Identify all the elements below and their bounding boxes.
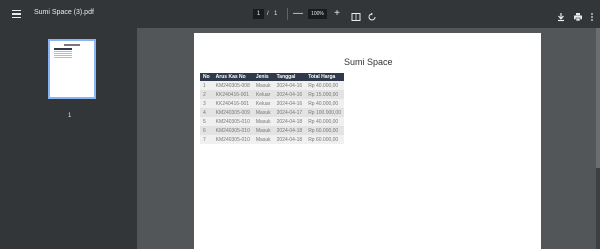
- thumbnail-row-line: [54, 57, 72, 58]
- thumbnail-row-line: [54, 53, 72, 54]
- pdf-page: Sumi Space No Arus Kas No Jenis Tanggal …: [194, 33, 541, 249]
- table-cell: 2024-04-16: [273, 90, 306, 99]
- page-thumbnail[interactable]: [48, 39, 96, 99]
- total-pages: 1: [274, 11, 278, 17]
- zoom-level-input[interactable]: 100%: [308, 9, 327, 19]
- table-row: 5 KM240305-010 Masuk 2024-04-18 Rp 40.00…: [200, 117, 344, 126]
- column-header: No: [200, 73, 213, 81]
- table-cell: 3: [200, 99, 213, 108]
- table-cell: KM240305-008: [212, 81, 253, 90]
- document-title: Sumi Space: [344, 57, 393, 67]
- table-cell: KK240416-001: [212, 99, 253, 108]
- table-cell: KK240416-001: [212, 90, 253, 99]
- thumbnail-row-line: [54, 55, 72, 56]
- pdf-toolbar: Sumi Space (3).pdf 1 / 1 — 100% +: [0, 0, 600, 28]
- table-cell: 2024-04-16: [273, 81, 306, 90]
- table-cell: Masuk: [252, 126, 274, 135]
- toolbar-divider: [287, 8, 288, 20]
- table-cell: Keluar: [252, 99, 274, 108]
- table-cell: Rp 40.000,00: [305, 81, 344, 90]
- table-cell: Keluar: [252, 90, 274, 99]
- table-cell: Rp 15.000,00: [305, 90, 344, 99]
- page-number-input[interactable]: 1: [253, 9, 264, 19]
- table-cell: 5: [200, 117, 213, 126]
- table-cell: 2024-04-18: [273, 126, 306, 135]
- table-row: 6 KM240305-010 Masuk 2024-04-18 Rp 60.00…: [200, 126, 344, 135]
- table-cell: Rp 60.000,00: [305, 126, 344, 135]
- table-cell: Masuk: [252, 117, 274, 126]
- table-cell: Masuk: [252, 81, 274, 90]
- column-header: Jenis: [252, 73, 274, 81]
- table-cell: 4: [200, 108, 213, 117]
- table-row: 7 KM240305-010 Masuk 2024-04-18 Rp 60.00…: [200, 135, 344, 144]
- table-cell: Masuk: [252, 108, 274, 117]
- table-row: 3 KK240416-001 Keluar 2024-04-16 Rp 40.0…: [200, 99, 344, 108]
- table-cell: 2024-04-16: [273, 99, 306, 108]
- file-title: Sumi Space (3).pdf: [34, 9, 94, 16]
- thumbnail-page-number: 1: [68, 113, 72, 119]
- table-cell: 2: [200, 90, 213, 99]
- table-cell: KM240305-010: [212, 117, 253, 126]
- thumbnail-title-line: [64, 44, 80, 46]
- fit-to-page-icon[interactable]: [351, 9, 361, 21]
- table-cell: Rp 40.000,00: [305, 117, 344, 126]
- zoom-out-button[interactable]: —: [292, 8, 304, 20]
- column-header: Tanggal: [273, 73, 306, 81]
- table-cell: 6: [200, 126, 213, 135]
- column-header: Total Harga: [305, 73, 344, 81]
- table-cell: Rp 100.000,00: [305, 108, 344, 117]
- vertical-scrollbar[interactable]: [596, 28, 600, 249]
- page-separator: /: [267, 11, 269, 17]
- table-row: 1 KM240305-008 Masuk 2024-04-16 Rp 40.00…: [200, 81, 344, 90]
- table-cell: 2024-04-18: [273, 135, 306, 144]
- more-vertical-icon[interactable]: [589, 9, 595, 21]
- table-cell: 7: [200, 135, 213, 144]
- download-icon[interactable]: [556, 9, 566, 22]
- thumbnail-header-line: [54, 48, 72, 50]
- scrollbar-thumb[interactable]: [596, 28, 600, 168]
- table-cell: 2024-04-18: [273, 117, 306, 126]
- table-cell: KM240305-010: [212, 135, 253, 144]
- thumbnail-row-line: [54, 51, 72, 52]
- column-header: Arus Kas No: [212, 73, 253, 81]
- print-icon[interactable]: [573, 9, 583, 22]
- table-row: 4 KM240305-009 Masuk 2024-04-17 Rp 100.0…: [200, 108, 344, 117]
- thumbnail-sidebar: 1: [0, 28, 137, 249]
- table-cell: Rp 40.000,00: [305, 99, 344, 108]
- table-header-row: No Arus Kas No Jenis Tanggal Total Harga: [200, 73, 344, 81]
- hamburger-menu-icon[interactable]: [12, 10, 21, 19]
- table-cell: 1: [200, 81, 213, 90]
- rotate-icon[interactable]: [367, 9, 377, 21]
- table-cell: KM240305-009: [212, 108, 253, 117]
- table-row: 2 KK240416-001 Keluar 2024-04-16 Rp 15.0…: [200, 90, 344, 99]
- zoom-in-button[interactable]: +: [331, 8, 343, 20]
- table-cell: KM240305-010: [212, 126, 253, 135]
- cash-flow-table: No Arus Kas No Jenis Tanggal Total Harga…: [200, 73, 344, 144]
- table-cell: 2024-04-17: [273, 108, 306, 117]
- table-cell: Rp 60.000,00: [305, 135, 344, 144]
- table-cell: Masuk: [252, 135, 274, 144]
